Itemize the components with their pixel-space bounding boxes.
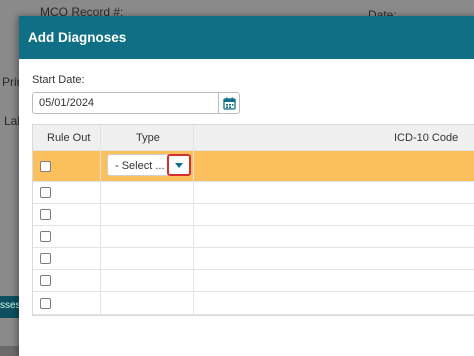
start-date-value: 05/01/2024 (39, 97, 95, 109)
calendar-icon (222, 97, 236, 110)
type-cell[interactable] (101, 270, 194, 291)
start-date-label: Start Date: (32, 74, 85, 86)
calendar-button[interactable] (218, 93, 239, 113)
rule-out-checkbox[interactable] (40, 298, 51, 309)
icd10-code-cell[interactable] (194, 182, 474, 203)
column-header-icd10-code[interactable]: ICD-10 Code (394, 132, 458, 144)
type-cell[interactable] (101, 248, 194, 269)
table-row-selected[interactable]: - Select ... (33, 151, 474, 182)
type-cell[interactable] (101, 226, 194, 247)
type-select-value: - Select ... (115, 160, 165, 172)
type-cell[interactable] (101, 204, 194, 225)
add-diagnoses-dialog: Add Diagnoses Start Date: 05/01/2024 Rul… (19, 16, 474, 356)
table-row[interactable] (33, 292, 474, 315)
type-cell[interactable] (101, 182, 194, 203)
start-date-input[interactable]: 05/01/2024 (32, 92, 240, 114)
icd10-code-cell[interactable] (194, 204, 474, 225)
table-row[interactable] (33, 248, 474, 270)
grid-header-row: Rule Out Type ICD-10 Code (33, 125, 474, 151)
table-row[interactable] (33, 270, 474, 292)
icd10-code-cell[interactable] (194, 248, 474, 269)
dialog-title: Add Diagnoses (28, 30, 127, 45)
table-row[interactable] (33, 182, 474, 204)
type-select[interactable]: - Select ... (107, 154, 191, 176)
table-row[interactable] (33, 226, 474, 248)
type-cell[interactable] (101, 292, 194, 314)
rule-out-checkbox[interactable] (40, 253, 51, 264)
type-dropdown-button[interactable] (167, 154, 191, 176)
column-header-rule-out[interactable]: Rule Out (47, 132, 90, 144)
icd10-code-cell[interactable] (194, 226, 474, 247)
rule-out-checkbox[interactable] (40, 209, 51, 220)
rule-out-checkbox[interactable] (40, 161, 51, 172)
icd10-code-cell[interactable] (194, 270, 474, 291)
background-tab-label: sses (0, 300, 21, 311)
rule-out-checkbox[interactable] (40, 187, 51, 198)
diagnoses-grid: Rule Out Type ICD-10 Code - Select ... (32, 124, 474, 316)
dropdown-arrow-icon (175, 162, 183, 168)
icd10-code-cell[interactable] (194, 151, 474, 181)
table-row[interactable] (33, 204, 474, 226)
column-header-type[interactable]: Type (136, 132, 160, 144)
rule-out-checkbox[interactable] (40, 231, 51, 242)
icd10-code-cell[interactable] (194, 292, 474, 314)
dialog-header: Add Diagnoses (19, 16, 474, 59)
rule-out-checkbox[interactable] (40, 275, 51, 286)
